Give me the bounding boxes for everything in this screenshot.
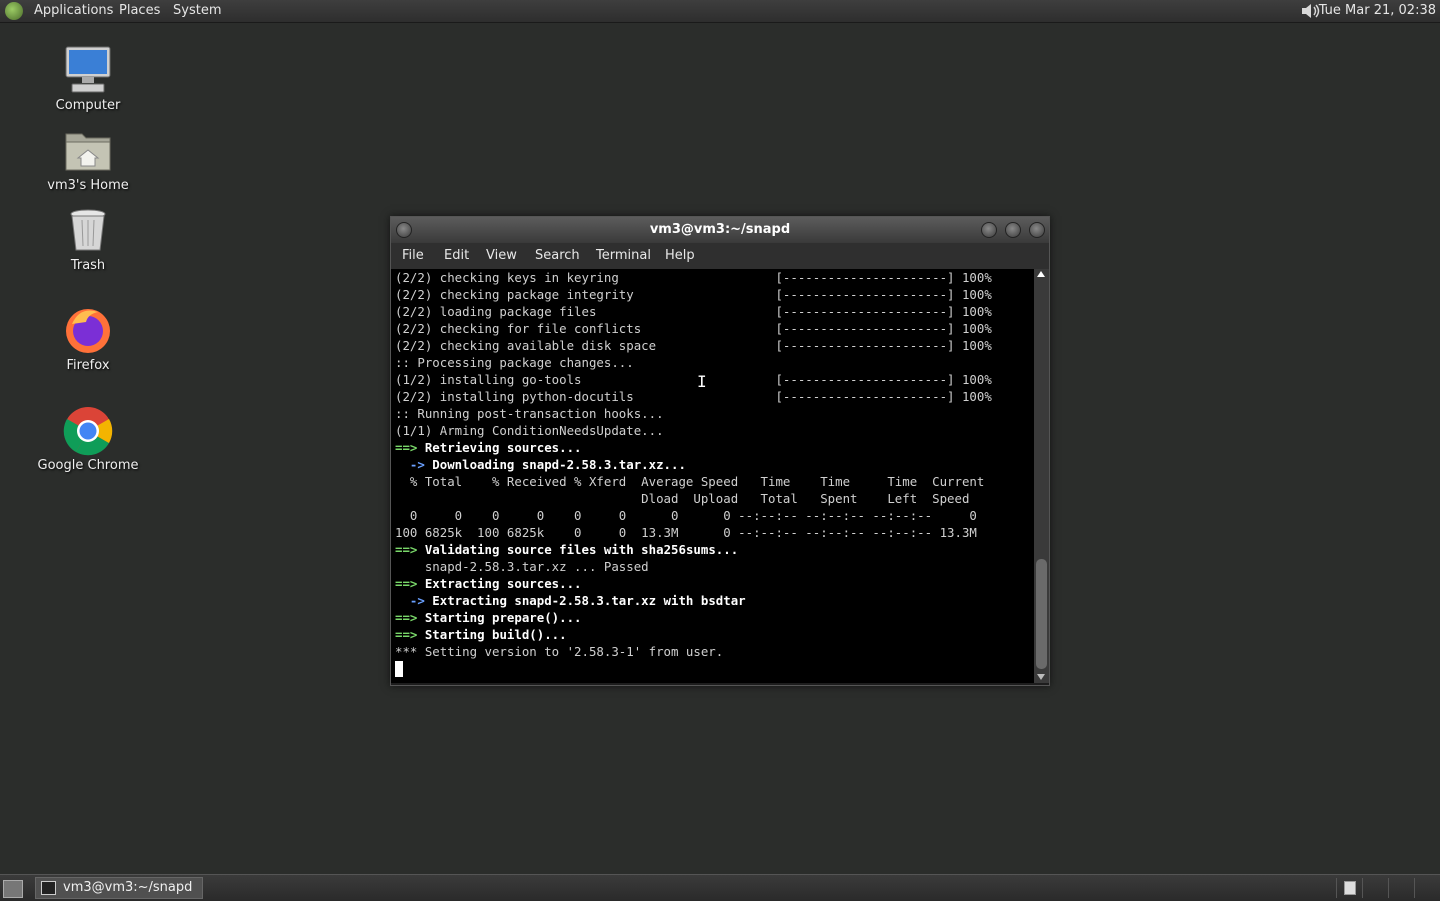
terminal-line: (2/2) installing python-docutils [------… xyxy=(395,389,992,404)
scrollbar-thumb[interactable] xyxy=(1036,559,1047,669)
trash-icon xyxy=(62,204,114,256)
terminal-line: 0 0 0 0 0 0 0 0 --:--:-- --:--:-- --:--:… xyxy=(395,508,977,523)
terminal-menubar: File Edit View Search Terminal Help xyxy=(391,243,1049,269)
menu-search[interactable]: Search xyxy=(535,248,580,263)
top-panel: Applications Places System Tue Mar 21, 0… xyxy=(0,0,1440,23)
terminal-output[interactable]: (2/2) checking keys in keyring [--------… xyxy=(391,269,1034,683)
workspace-divider xyxy=(1414,878,1415,898)
firefox-icon xyxy=(62,304,114,356)
workspace-divider xyxy=(1336,878,1337,898)
menu-applications[interactable]: Applications xyxy=(34,3,113,18)
menu-system[interactable]: System xyxy=(173,3,221,18)
taskbar-item-terminal[interactable]: vm3@vm3:~/snapd xyxy=(35,877,203,899)
menu-file[interactable]: File xyxy=(402,248,424,263)
terminal-line: ==> Extracting sources... xyxy=(395,576,582,591)
scroll-down-arrow-icon[interactable] xyxy=(1037,674,1045,680)
home-folder-icon xyxy=(62,124,114,176)
taskbar-item-label: vm3@vm3:~/snapd xyxy=(63,880,193,895)
workspace-divider xyxy=(1388,878,1389,898)
desktop-icon-label: Google Chrome xyxy=(37,458,139,473)
terminal-line: -> Downloading snapd-2.58.3.tar.xz... xyxy=(395,457,686,472)
computer-icon xyxy=(62,44,114,96)
menu-terminal[interactable]: Terminal xyxy=(596,248,651,263)
maximize-button[interactable] xyxy=(1005,222,1021,238)
clock[interactable]: Tue Mar 21, 02:38 xyxy=(1319,3,1436,18)
terminal-line: *** Setting version to '2.58.3-1' from u… xyxy=(395,644,724,659)
scroll-up-arrow-icon[interactable] xyxy=(1037,271,1045,277)
terminal-line: ==> Starting build()... xyxy=(395,627,567,642)
close-button[interactable] xyxy=(1029,222,1045,238)
minimize-button[interactable] xyxy=(981,222,997,238)
terminal-line: % Total % Received % Xferd Average Speed… xyxy=(395,474,985,489)
desktop-icon-chrome[interactable]: Google Chrome xyxy=(28,404,148,474)
window-titlebar[interactable]: vm3@vm3:~/snapd xyxy=(391,217,1049,243)
terminal-line: (2/2) checking package integrity [------… xyxy=(395,287,992,302)
terminal-line: (2/2) checking for file conflicts [-----… xyxy=(395,321,992,336)
window-title: vm3@vm3:~/snapd xyxy=(649,222,791,237)
desktop-icon-label: Trash xyxy=(70,258,106,273)
workspace-divider xyxy=(1362,878,1363,898)
menu-view[interactable]: View xyxy=(486,248,517,263)
menu-edit[interactable]: Edit xyxy=(444,248,469,263)
desktop-icon-firefox[interactable]: Firefox xyxy=(28,304,148,374)
desktop-icon-label: vm3's Home xyxy=(47,178,129,193)
terminal-line: 100 6825k 100 6825k 0 0 13.3M 0 --:--:--… xyxy=(395,525,977,540)
menu-help[interactable]: Help xyxy=(665,248,695,263)
terminal-line: (2/2) loading package files [-----------… xyxy=(395,304,992,319)
terminal-line: :: Processing package changes... xyxy=(395,355,634,370)
terminal-line: Dload Upload Total Spent Left Speed xyxy=(395,491,970,506)
terminal-line: (2/2) checking available disk space [---… xyxy=(395,338,992,353)
terminal-line: (1/1) Arming ConditionNeedsUpdate... xyxy=(395,423,664,438)
terminal-line: snapd-2.58.3.tar.xz ... Passed xyxy=(395,559,649,574)
terminal-line: (2/2) checking keys in keyring [--------… xyxy=(395,270,992,285)
applications-logo-icon[interactable] xyxy=(5,2,23,20)
chrome-icon xyxy=(62,404,114,456)
terminal-line: ==> Starting prepare()... xyxy=(395,610,582,625)
terminal-icon xyxy=(41,881,56,895)
desktop-icon-label: Firefox xyxy=(66,358,110,373)
bottom-panel: vm3@vm3:~/snapd xyxy=(0,874,1440,901)
workspace-switcher-1[interactable] xyxy=(1344,881,1356,895)
text-cursor xyxy=(395,661,403,677)
terminal-line: (1/2) installing go-tools [-------------… xyxy=(395,372,992,387)
desktop-icon-computer[interactable]: Computer xyxy=(28,44,148,114)
terminal-line: ==> Retrieving sources... xyxy=(395,440,582,455)
terminal-line: ==> Validating source files with sha256s… xyxy=(395,542,739,557)
show-desktop-button[interactable] xyxy=(3,880,23,898)
terminal-window[interactable]: vm3@vm3:~/snapd File Edit View Search Te… xyxy=(390,216,1050,686)
desktop-icon-home[interactable]: vm3's Home xyxy=(28,124,148,194)
mouse-ibeam-icon: I xyxy=(697,372,707,391)
terminal-line: -> Extracting snapd-2.58.3.tar.xz with b… xyxy=(395,593,746,608)
desktop-icon-label: Computer xyxy=(55,98,121,113)
terminal-scrollbar[interactable] xyxy=(1034,269,1049,683)
terminal-line: :: Running post-transaction hooks... xyxy=(395,406,664,421)
menu-places[interactable]: Places xyxy=(119,3,160,18)
desktop-icon-trash[interactable]: Trash xyxy=(28,204,148,274)
